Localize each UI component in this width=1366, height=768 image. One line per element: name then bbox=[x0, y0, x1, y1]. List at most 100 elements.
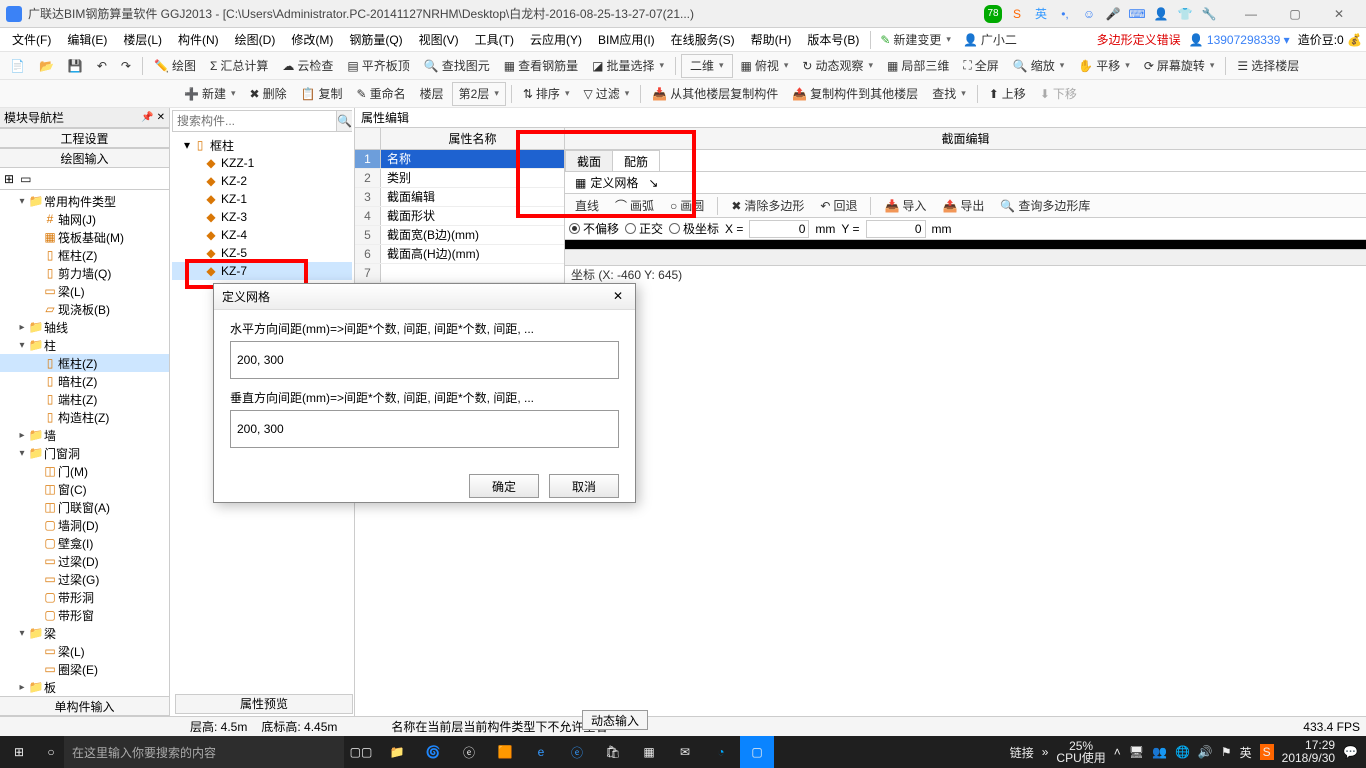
tree-item[interactable]: ▭过梁(G) bbox=[0, 570, 169, 588]
tray-vol-icon[interactable]: 🔊 bbox=[1198, 745, 1213, 759]
tree-item[interactable]: ◫窗(C) bbox=[0, 480, 169, 498]
task-view-icon[interactable]: ▢▢ bbox=[344, 736, 378, 768]
tree-group[interactable]: ▸📁轴线 bbox=[0, 318, 169, 336]
nav-tree[interactable]: ▾📁常用构件类型#轴网(J)▦筏板基础(M)▯框柱(Z)▯剪力墙(Q)▭梁(L)… bbox=[0, 190, 169, 696]
wrench-icon[interactable]: 🔧 bbox=[1200, 5, 1218, 23]
maximize-button[interactable]: ▢ bbox=[1274, 2, 1316, 26]
mic-icon[interactable]: 🎤 bbox=[1104, 5, 1122, 23]
user-phone[interactable]: 👤 13907298339 ▾ bbox=[1189, 33, 1290, 47]
menu-cloud[interactable]: 云应用(Y) bbox=[522, 29, 590, 51]
tree-item[interactable]: ▯构造柱(Z) bbox=[0, 408, 169, 426]
save-icon[interactable]: 💾 bbox=[62, 54, 89, 78]
tree-item[interactable]: ▯剪力墙(Q) bbox=[0, 264, 169, 282]
smile-icon[interactable]: ☺ bbox=[1080, 5, 1098, 23]
menu-modify[interactable]: 修改(M) bbox=[283, 29, 341, 51]
ok-button[interactable]: 确定 bbox=[469, 474, 539, 498]
search-go-icon[interactable]: 🔍 bbox=[336, 111, 352, 131]
fullscreen-button[interactable]: ⛶ 全屏 bbox=[957, 54, 1004, 78]
clear-poly-button[interactable]: ✖ 清除多边形 bbox=[725, 194, 810, 218]
minimize-button[interactable]: — bbox=[1230, 2, 1272, 26]
taskbar-search[interactable]: 在这里输入你要搜索的内容 bbox=[64, 736, 344, 768]
tree-item[interactable]: ▢带形洞 bbox=[0, 588, 169, 606]
canvas-scrollbar[interactable] bbox=[565, 249, 1366, 265]
comp-item[interactable]: ◆KZ-4 bbox=[172, 226, 352, 244]
menu-rebar[interactable]: 钢筋量(Q) bbox=[341, 29, 410, 51]
redo-icon[interactable]: ↷ bbox=[115, 54, 137, 78]
tray-cpu[interactable]: 25%CPU使用 bbox=[1056, 740, 1105, 764]
comp-item[interactable]: ◆KZ-2 bbox=[172, 172, 352, 190]
nav-section-single[interactable]: 单构件输入 bbox=[0, 696, 170, 716]
move-down-button[interactable]: ⬇ 下移 bbox=[1034, 82, 1083, 106]
task-ie-icon[interactable]: ⓔ bbox=[452, 736, 486, 768]
start-button[interactable]: ⊞ bbox=[0, 736, 38, 768]
menu-floor[interactable]: 楼层(L) bbox=[115, 29, 170, 51]
batch-select-button[interactable]: ◪ 批量选择 bbox=[586, 54, 670, 78]
menu-draw[interactable]: 绘图(D) bbox=[227, 29, 284, 51]
task-ggj-icon[interactable]: ▢ bbox=[740, 736, 774, 768]
tree-item[interactable]: ▭梁(L) bbox=[0, 282, 169, 300]
tree-group[interactable]: ▾📁梁 bbox=[0, 624, 169, 642]
cancel-button[interactable]: 取消 bbox=[549, 474, 619, 498]
menu-version[interactable]: 版本号(B) bbox=[799, 29, 867, 51]
sum-button[interactable]: Σ 汇总计算 bbox=[204, 54, 274, 78]
property-row[interactable]: 1名称 bbox=[355, 150, 564, 169]
new-doc-icon[interactable]: 📄 bbox=[4, 54, 31, 78]
nav-section-project[interactable]: 工程设置 bbox=[0, 128, 170, 148]
tray-ime-icon[interactable]: 英 bbox=[1240, 744, 1252, 761]
menu-help[interactable]: 帮助(H) bbox=[743, 29, 800, 51]
pin-icon[interactable]: 📌 ✕ bbox=[141, 112, 165, 123]
rename-button[interactable]: ✎ 重命名 bbox=[351, 82, 412, 106]
person-icon[interactable]: 👤 bbox=[1152, 5, 1170, 23]
tray-flag-icon[interactable]: ⚑ bbox=[1221, 745, 1232, 759]
choose-floor-button[interactable]: ☰ 选择楼层 bbox=[1231, 54, 1305, 78]
tray-chevron-icon[interactable]: » bbox=[1042, 745, 1049, 759]
task-ie2-icon[interactable]: ⓔ bbox=[560, 736, 594, 768]
undo-icon[interactable]: ↶ bbox=[91, 54, 113, 78]
line-tool-icon[interactable]: ↘ bbox=[648, 176, 658, 190]
menu-file[interactable]: 文件(F) bbox=[4, 29, 59, 51]
comp-item[interactable]: ◆KZZ-1 bbox=[172, 154, 352, 172]
pan-button[interactable]: ✋ 平移 bbox=[1072, 54, 1136, 78]
comp-item[interactable]: ◆KZ-5 bbox=[172, 244, 352, 262]
sort-button[interactable]: ⇅ 排序 bbox=[517, 82, 576, 106]
orbit-button[interactable]: ↻ 动态观察 bbox=[796, 54, 879, 78]
undo-poly-button[interactable]: ↶ 回退 bbox=[814, 194, 863, 218]
circle-button[interactable]: ○画圆 bbox=[664, 194, 710, 218]
input-method-icon[interactable]: S bbox=[1008, 5, 1026, 23]
tree-item[interactable]: ◫门(M) bbox=[0, 462, 169, 480]
tree-item[interactable]: ▯端柱(Z) bbox=[0, 390, 169, 408]
tab-section[interactable]: 截面 bbox=[565, 150, 613, 171]
close-button[interactable]: ✕ bbox=[1318, 2, 1360, 26]
tree-group[interactable]: ▾📁柱 bbox=[0, 336, 169, 354]
tree-item[interactable]: ▭过梁(D) bbox=[0, 552, 169, 570]
tree-item[interactable]: #轴网(J) bbox=[0, 210, 169, 228]
new-button[interactable]: ➕新建 bbox=[178, 82, 242, 106]
task-app3-icon[interactable]: ◔ bbox=[704, 736, 738, 768]
find-button[interactable]: 查找 bbox=[926, 82, 972, 106]
tree-group[interactable]: ▾📁门窗洞 bbox=[0, 444, 169, 462]
v-spacing-input[interactable] bbox=[230, 410, 619, 448]
export-button[interactable]: 📤导出 bbox=[936, 194, 990, 218]
layout-icon[interactable]: ⊞ bbox=[4, 172, 14, 186]
tree-item[interactable]: ▢带形窗 bbox=[0, 606, 169, 624]
tree-item[interactable]: ▯框柱(Z) bbox=[0, 354, 169, 372]
task-app1-icon[interactable]: 🟧 bbox=[488, 736, 522, 768]
query-polylib-button[interactable]: 🔍查询多边形库 bbox=[994, 194, 1096, 218]
h-spacing-input[interactable] bbox=[230, 341, 619, 379]
tray-notifications-icon[interactable]: 💬 bbox=[1343, 745, 1358, 759]
property-row[interactable]: 7 bbox=[355, 264, 564, 283]
tree-item[interactable]: ▢壁龛(I) bbox=[0, 534, 169, 552]
task-app2-icon[interactable]: ▦ bbox=[632, 736, 666, 768]
menu-view[interactable]: 视图(V) bbox=[411, 29, 467, 51]
tree-item[interactable]: ▱现浇板(B) bbox=[0, 300, 169, 318]
view-2d-button[interactable]: 二维 bbox=[681, 54, 733, 78]
find-element-button[interactable]: 🔍 查找图元 bbox=[418, 54, 496, 78]
property-row[interactable]: 2类别 bbox=[355, 169, 564, 188]
tray-people-icon[interactable]: 👥 bbox=[1152, 745, 1167, 759]
task-explorer-icon[interactable]: 📁 bbox=[380, 736, 414, 768]
tray-net-icon[interactable]: 🌐 bbox=[1175, 745, 1190, 759]
tree-item[interactable]: ◫门联窗(A) bbox=[0, 498, 169, 516]
dialog-close-button[interactable]: ✕ bbox=[609, 288, 627, 306]
delete-button[interactable]: ✖ 删除 bbox=[244, 82, 293, 106]
menu-tool[interactable]: 工具(T) bbox=[467, 29, 522, 51]
